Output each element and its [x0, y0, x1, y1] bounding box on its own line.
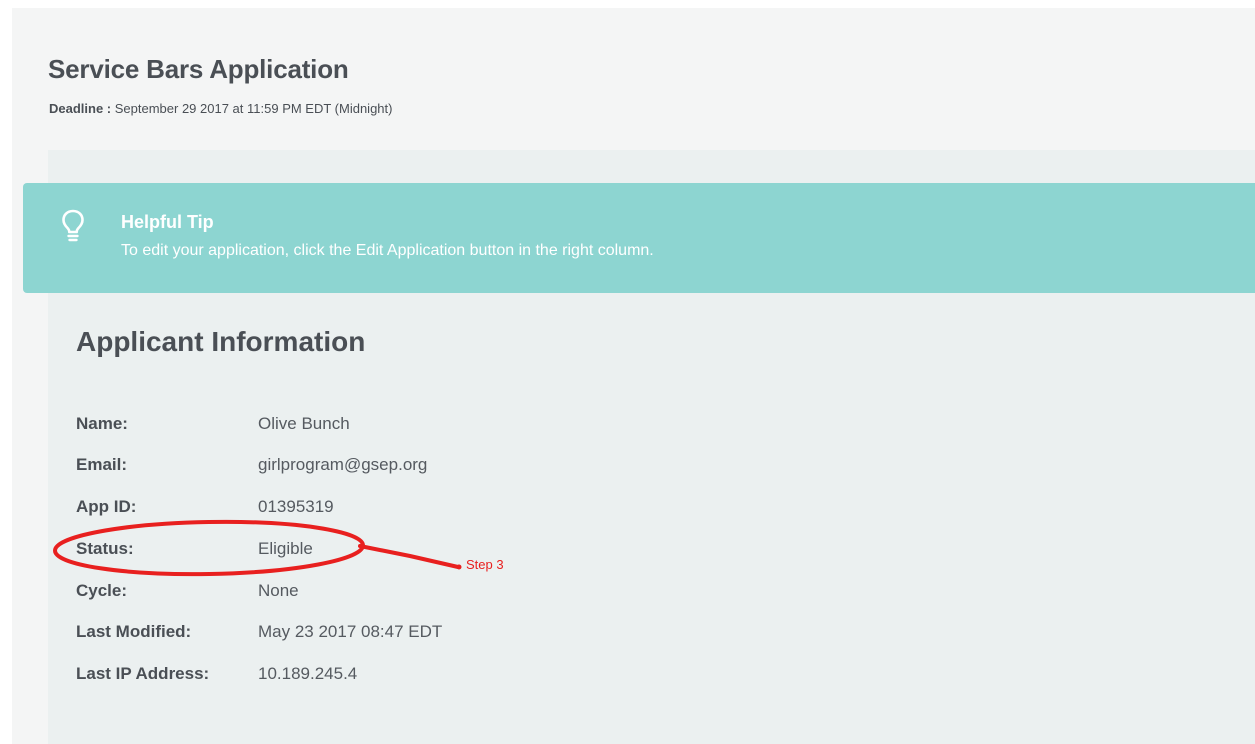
- info-label: App ID:: [76, 497, 137, 516]
- applicant-information-title: Applicant Information: [76, 326, 366, 357]
- info-label: Status:: [76, 539, 134, 558]
- info-value: None: [258, 581, 299, 600]
- info-value: 01395319: [258, 497, 334, 516]
- helpful-tip-banner: Helpful Tip To edit your application, cl…: [23, 183, 1255, 293]
- step-annotation-label: Step 3: [466, 557, 504, 572]
- info-value: May 23 2017 08:47 EDT: [258, 622, 443, 641]
- deadline-value: September 29 2017 at 11:59 PM EDT (Midni…: [114, 101, 393, 116]
- info-label: Last Modified:: [76, 622, 192, 641]
- info-label: Last IP Address:: [76, 664, 210, 683]
- info-value: Eligible: [258, 539, 313, 558]
- info-value: 10.189.245.4: [258, 664, 358, 683]
- info-value: Olive Bunch: [258, 414, 350, 433]
- info-label: Cycle:: [76, 581, 128, 600]
- info-label: Name:: [76, 414, 128, 433]
- tip-text: To edit your application, click the Edit…: [121, 242, 654, 259]
- lightbulb-icon: [61, 209, 85, 245]
- info-value: girlprogram@gsep.org: [258, 455, 428, 474]
- deadline-label: Deadline :: [49, 101, 112, 116]
- info-label: Email:: [76, 455, 128, 474]
- page-title: Service Bars Application: [48, 54, 349, 84]
- tip-title: Helpful Tip: [121, 212, 214, 232]
- deadline: Deadline : September 29 2017 at 11:59 PM…: [49, 101, 392, 116]
